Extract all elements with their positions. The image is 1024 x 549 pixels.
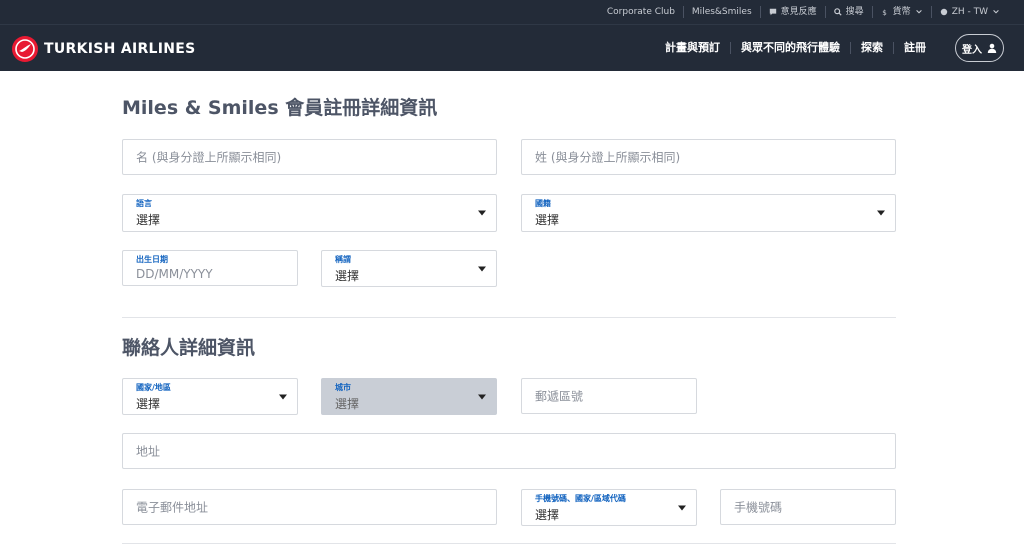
caret-down-icon: [478, 394, 486, 399]
chevron-down-icon: [915, 10, 922, 14]
main-navbar: TURKISH AIRLINES 計畫與預訂 與眾不同的飛行體驗 探索 註冊 登…: [0, 24, 1024, 71]
postal-code-input[interactable]: 郵遞區號: [521, 378, 697, 414]
registration-form: Miles & Smiles 會員註冊詳細資訊 名 (與身分證上所顯示相同) 姓…: [0, 71, 1024, 549]
first-name-input[interactable]: 名 (與身分證上所顯示相同): [122, 139, 497, 175]
caret-down-icon: [678, 505, 686, 510]
nav-experience[interactable]: 與眾不同的飛行體驗: [730, 42, 850, 54]
address-input[interactable]: 地址: [122, 433, 896, 469]
language-select[interactable]: 語言 選擇: [122, 194, 497, 232]
caret-down-icon: [478, 210, 486, 216]
user-icon: [987, 43, 997, 53]
login-button[interactable]: 登入: [955, 34, 1004, 62]
membership-section-title: Miles & Smiles 會員註冊詳細資訊: [122, 97, 438, 119]
section-divider: [122, 317, 896, 318]
caret-down-icon: [279, 394, 287, 399]
brand-logo[interactable]: TURKISH AIRLINES: [12, 36, 196, 62]
phone-number-input[interactable]: 手機號碼: [720, 489, 896, 525]
top-utility-bar: Corporate Club Miles&Smiles 意見反應 搜尋 $ 貨幣…: [0, 0, 1024, 24]
crane-logo-icon: [12, 36, 38, 62]
nav-explore[interactable]: 探索: [850, 42, 893, 54]
language-dropdown[interactable]: ZH - TW: [930, 6, 1008, 18]
caret-down-icon: [478, 266, 486, 271]
birthdate-input[interactable]: 出生日期 DD/MM/YYYY: [122, 250, 298, 286]
last-name-input[interactable]: 姓 (與身分證上所顯示相同): [521, 139, 896, 175]
bottom-divider: [122, 543, 896, 544]
chat-icon: [769, 8, 776, 16]
search-link[interactable]: 搜尋: [824, 6, 872, 18]
svg-text:$: $: [882, 8, 887, 16]
brand-name: TURKISH AIRLINES: [44, 41, 196, 57]
contact-section-title: 聯絡人詳細資訊: [122, 337, 256, 359]
feedback-link[interactable]: 意見反應: [759, 6, 825, 18]
globe-icon: [940, 8, 947, 16]
phone-code-select[interactable]: 手機號碼、國家/區域代碼 選擇: [521, 489, 697, 526]
search-icon: [833, 8, 842, 16]
corporate-club-link[interactable]: Corporate Club: [599, 6, 683, 18]
city-select[interactable]: 城市 選擇: [321, 378, 497, 415]
currency-dropdown[interactable]: $ 貨幣: [871, 6, 931, 18]
nav-links: 計畫與預訂 與眾不同的飛行體驗 探索 註冊: [655, 25, 936, 71]
nav-register[interactable]: 註冊: [893, 42, 936, 54]
nav-plan-book[interactable]: 計畫與預訂: [655, 42, 730, 54]
chevron-down-icon: [993, 10, 999, 14]
email-input[interactable]: 電子郵件地址: [122, 489, 497, 525]
title-select[interactable]: 稱謂 選擇: [321, 250, 497, 287]
country-select[interactable]: 國家/地區 選擇: [122, 378, 298, 415]
miles-smiles-link[interactable]: Miles&Smiles: [682, 6, 760, 18]
dollar-icon: $: [882, 8, 887, 16]
caret-down-icon: [877, 210, 885, 216]
nationality-select[interactable]: 國籍 選擇: [521, 194, 896, 232]
